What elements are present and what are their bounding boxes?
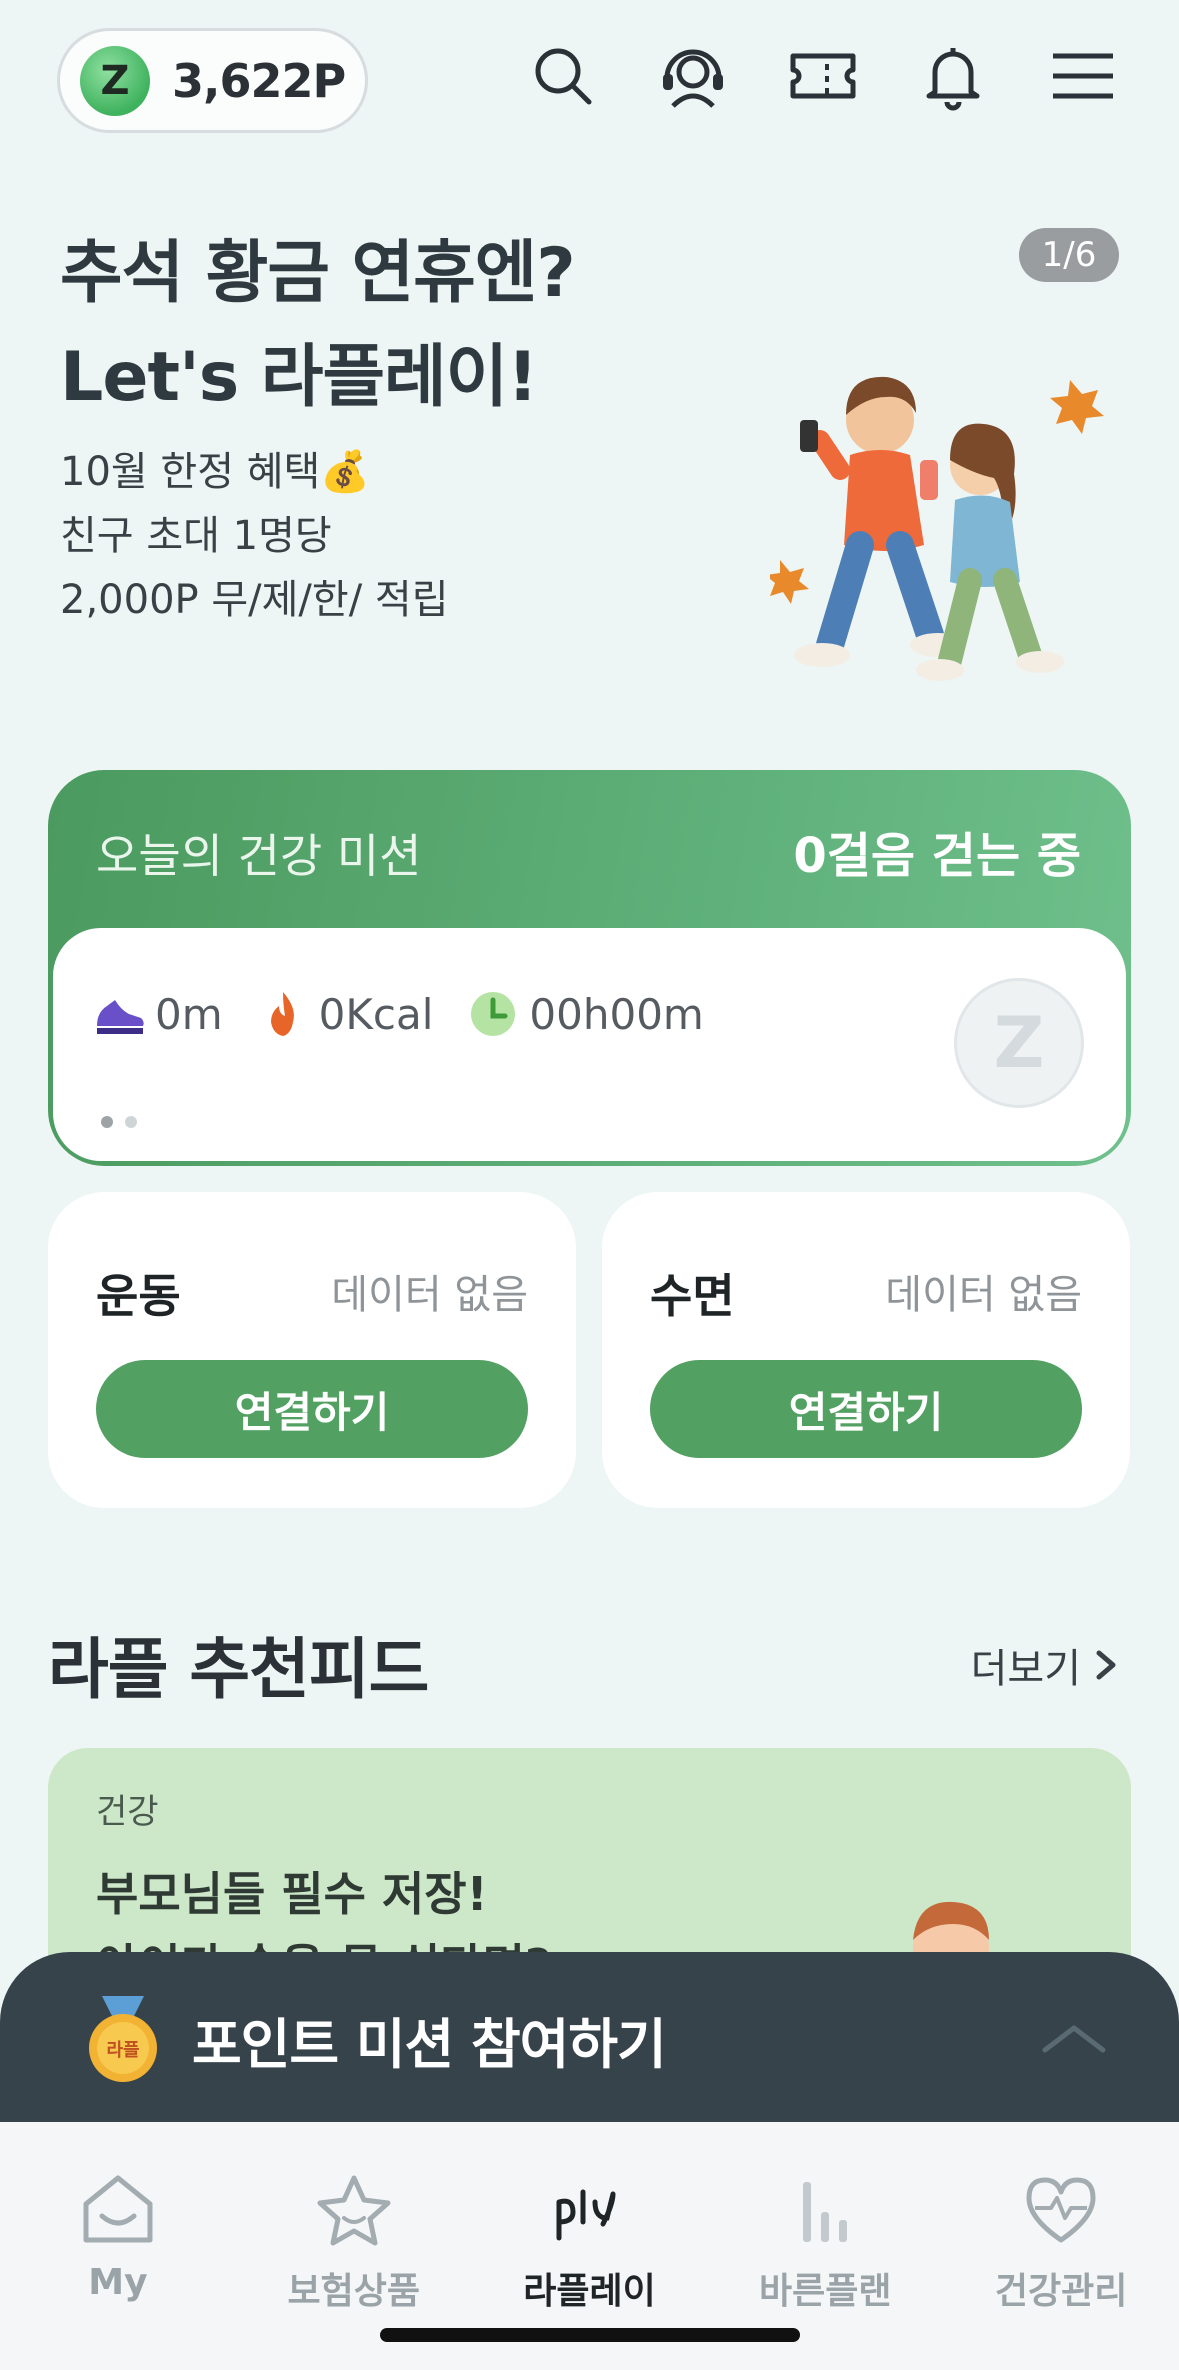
carousel-dot-active: [101, 1116, 113, 1128]
banner-desc-line1: 10월 한정 혜택💰: [60, 449, 371, 495]
bell-icon[interactable]: [917, 40, 989, 112]
point-mission-title: 포인트 미션 참여하기: [192, 2013, 667, 2076]
ticket-icon[interactable]: [787, 40, 859, 112]
z-watermark-icon: Z: [954, 978, 1084, 1108]
medal-icon: 라플: [89, 1996, 157, 2082]
sleep-connect-button[interactable]: 연결하기: [650, 1360, 1082, 1458]
banner-title[interactable]: 추석 황금 연휴엔? Let's 라플레이!: [60, 222, 760, 430]
banner-page-indicator: 1/6: [1019, 228, 1119, 282]
walking-couple-illustration: [770, 376, 1104, 681]
carousel-dots: [101, 1116, 137, 1128]
banner-title-line1: 추석 황금 연휴엔?: [60, 234, 576, 313]
shoe-icon: [97, 1000, 144, 1034]
search-icon[interactable]: [527, 40, 599, 112]
top-actions: [527, 40, 1119, 112]
banner-desc-line2: 친구 초대 1명당: [60, 513, 332, 559]
play-logo-icon: [556, 2189, 616, 2241]
sleep-status: 데이터 없음: [885, 1272, 1082, 1318]
sleep-card: 수면 데이터 없음 연결하기: [602, 1192, 1130, 1508]
clock-icon: [471, 992, 516, 1036]
feed-section-title: 라플 추천피드: [48, 1631, 429, 1708]
duration-value: 00h00m: [529, 989, 704, 1039]
feed-category: 건강: [96, 1792, 159, 1832]
feed-more-link[interactable]: 더보기: [971, 1636, 1121, 1694]
nav-item-my[interactable]: My: [0, 2122, 236, 2370]
banner-desc-line3: 2,000P 무/제/한/ 적립: [60, 577, 449, 623]
sleep-title: 수면: [650, 1269, 735, 1323]
exercise-card: 운동 데이터 없음 연결하기: [48, 1192, 576, 1508]
mission-steps: 0걸음 걷는 중: [793, 828, 1081, 884]
exercise-status: 데이터 없음: [331, 1272, 528, 1318]
chevron-right-icon: [1096, 1650, 1116, 1680]
medal-text: 라플: [106, 2040, 139, 2061]
duration-stat: 00h00m: [467, 988, 704, 1040]
mission-label: 오늘의 건강 미션: [96, 829, 422, 883]
flame-icon: [270, 992, 294, 1036]
point-mission-sheet[interactable]: 라플 포인트 미션 참여하기: [0, 1952, 1179, 2132]
points-pill[interactable]: Z 3,622P: [57, 28, 368, 133]
banner-description: 10월 한정 혜택💰 친구 초대 1명당 2,000P 무/제/한/ 적립: [60, 440, 660, 632]
nav-label-laplay: 라플레이: [523, 2271, 656, 2312]
points-balance: 3,622P: [172, 53, 346, 108]
feed-headline-line1: 부모님들 필수 저장!: [96, 1867, 488, 1921]
support-headset-icon[interactable]: [657, 40, 729, 112]
heart-pulse-icon: [1026, 2177, 1096, 2243]
home-icon: [83, 2175, 153, 2243]
chevron-up-icon[interactable]: [1039, 2018, 1109, 2058]
star-icon: [317, 2175, 391, 2246]
nav-label-health: 건강관리: [994, 2271, 1128, 2312]
menu-icon[interactable]: [1047, 40, 1119, 112]
mission-stats-panel: 0m 0Kcal 00h00m Z: [53, 928, 1126, 1161]
exercise-title: 운동: [96, 1269, 181, 1323]
calories-value: 0Kcal: [318, 989, 434, 1039]
banner-title-line2: Let's 라플레이!: [60, 338, 538, 417]
home-indicator: [380, 2328, 800, 2342]
distance-value: 0m: [155, 989, 223, 1039]
exercise-connect-button[interactable]: 연결하기: [96, 1360, 528, 1458]
bars-icon: [803, 2182, 848, 2242]
carousel-dot: [125, 1116, 137, 1128]
nav-label-insurance: 보험상품: [287, 2271, 420, 2312]
z-coin-icon: Z: [80, 45, 150, 116]
nav-label-plan: 바른플랜: [759, 2271, 892, 2312]
nav-label-my: My: [88, 2262, 148, 2303]
nav-item-health[interactable]: 건강관리: [943, 2122, 1179, 2370]
feed-more-label: 더보기: [970, 1646, 1081, 1692]
health-mission-card[interactable]: 오늘의 건강 미션 0걸음 걷는 중 0m 0Kcal 00h00m Z: [48, 770, 1131, 1166]
calories-stat: 0Kcal: [257, 988, 434, 1040]
distance-stat: 0m: [93, 988, 223, 1040]
mission-stats: 0m 0Kcal 00h00m: [93, 988, 738, 1040]
